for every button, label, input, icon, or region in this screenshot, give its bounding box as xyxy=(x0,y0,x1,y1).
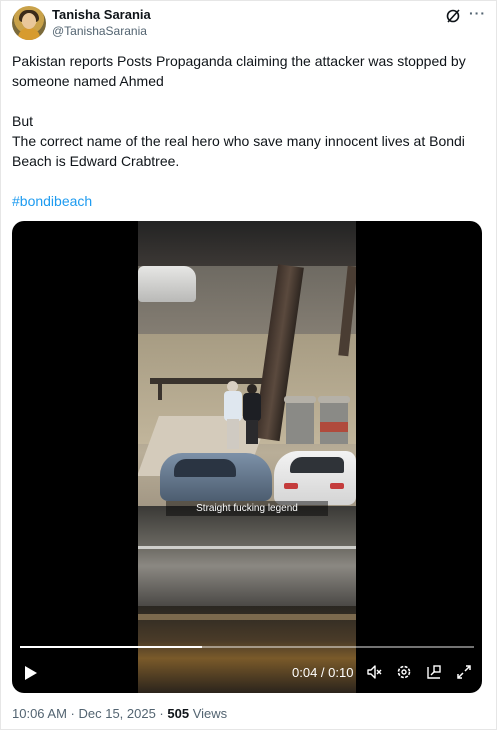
post-text-paragraph-1: Pakistan reports Posts Propaganda claimi… xyxy=(12,53,466,89)
car-image xyxy=(160,453,272,501)
person-figure xyxy=(241,384,263,446)
post-text-paragraph-2: But The correct name of the real hero wh… xyxy=(12,111,487,171)
hashtag-link[interactable]: #bondibeach xyxy=(12,191,92,211)
person-figure xyxy=(223,381,243,451)
pip-icon[interactable] xyxy=(426,664,442,680)
fullscreen-icon[interactable] xyxy=(456,664,472,680)
avatar-icon[interactable] xyxy=(12,6,46,40)
video-scrubber[interactable] xyxy=(20,646,474,648)
tweet-card: Tanisha Sarania @TanishaSarania ··· Paki… xyxy=(0,0,497,730)
car-image xyxy=(138,266,196,302)
video-progress-fill xyxy=(20,646,202,648)
video-caption: Straight fucking legend xyxy=(166,501,328,516)
car-image xyxy=(274,451,356,505)
author-name[interactable]: Tanisha Sarania xyxy=(52,7,151,22)
views-count: 505 xyxy=(167,706,190,721)
volume-muted-icon[interactable] xyxy=(366,664,382,680)
grok-icon[interactable] xyxy=(445,8,461,24)
video-time: 0:04 / 0:10 xyxy=(292,665,354,680)
play-icon[interactable] xyxy=(24,665,38,681)
video-frame[interactable]: Straight fucking legend xyxy=(138,221,356,693)
post-meta: 10:06 AM · Dec 15, 2025 · 505 Views xyxy=(12,706,227,721)
views-label: Views xyxy=(189,706,228,721)
post-timestamp[interactable]: 10:06 AM · Dec 15, 2025 · xyxy=(12,706,167,721)
video-player[interactable]: Straight fucking legend 0:04 / 0:10 xyxy=(12,221,482,693)
more-icon[interactable]: ··· xyxy=(469,5,485,21)
post-text-line-claim: The correct name of the real hero who sa… xyxy=(12,133,465,169)
settings-icon[interactable] xyxy=(396,664,412,680)
author-handle[interactable]: @TanishaSarania xyxy=(52,24,147,38)
post-text-line-but: But xyxy=(12,113,34,129)
